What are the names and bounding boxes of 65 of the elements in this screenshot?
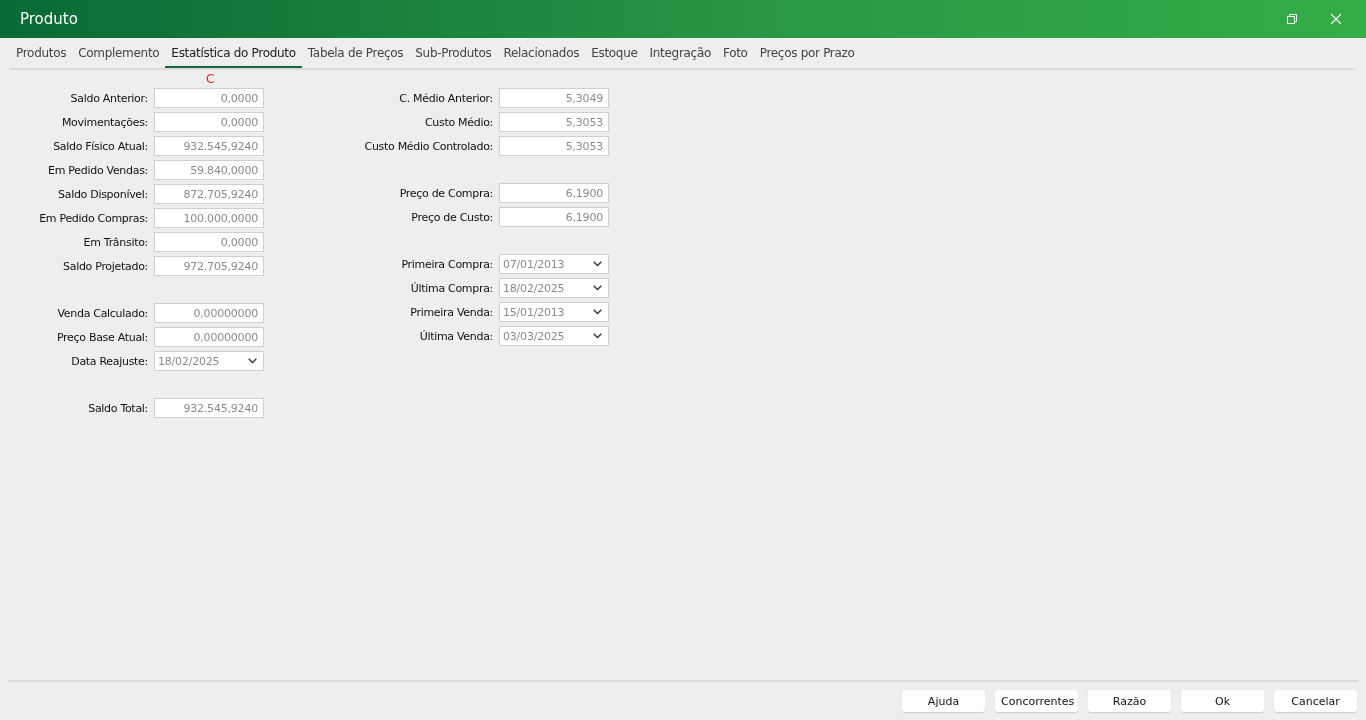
tab[interactable]: Estoque (585, 43, 644, 68)
dialog-button[interactable]: Concorrentes (995, 690, 1078, 712)
chevron-down-icon (593, 285, 602, 291)
tab[interactable]: Integração (643, 43, 717, 68)
chevron-down-icon (593, 333, 602, 339)
field-label: Saldo Disponível: (58, 187, 148, 201)
number-field[interactable]: 872.705,9240 (154, 184, 264, 204)
field-label: Data Reajuste: (71, 354, 148, 368)
date-field[interactable]: 18/02/2025 (499, 278, 609, 298)
date-field[interactable]: 15/01/2013 (499, 302, 609, 322)
restore-icon[interactable] (1286, 13, 1298, 25)
number-field[interactable]: 0,0000 (154, 112, 264, 132)
date-field[interactable]: 18/02/2025 (154, 351, 264, 371)
date-field[interactable]: 07/01/2013 (499, 254, 609, 274)
chevron-down-icon (593, 261, 602, 267)
date-field[interactable]: 03/03/2025 (499, 326, 609, 346)
field-label: Primeira Compra: (401, 257, 493, 271)
number-field[interactable]: 972.705,9240 (154, 256, 264, 276)
field-label: Em Trânsito: (83, 235, 148, 249)
dialog-button[interactable]: Razão (1088, 690, 1171, 712)
field-label: Preço de Compra: (399, 186, 493, 200)
tab[interactable]: Preços por Prazo (753, 43, 861, 68)
field-label: Saldo Anterior: (70, 91, 148, 105)
dialog-button[interactable]: Ajuda (902, 690, 985, 712)
number-field[interactable]: 5,3053 (499, 112, 609, 132)
field-label: Última Compra: (410, 281, 493, 295)
tab[interactable]: Produtos (10, 43, 73, 68)
chevron-down-icon (593, 309, 602, 315)
field-label: C. Médio Anterior: (399, 91, 493, 105)
number-field[interactable]: 0,00000000 (154, 327, 264, 347)
field-label: Última Venda: (419, 329, 493, 343)
chevron-down-icon (248, 358, 257, 364)
dialog-button[interactable]: Ok (1181, 690, 1264, 712)
number-field[interactable]: 932.545,9240 (154, 398, 264, 418)
number-field[interactable]: 0,0000 (154, 88, 264, 108)
tab[interactable]: Foto (717, 43, 754, 68)
field-label: Custo Médio Controlado: (364, 139, 493, 153)
number-field[interactable]: 0,00000000 (154, 303, 264, 323)
field-label: Preço de Custo: (411, 210, 493, 224)
number-field[interactable]: 0,0000 (154, 232, 264, 252)
number-field[interactable]: 6,1900 (499, 183, 609, 203)
number-field[interactable]: 5,3053 (499, 136, 609, 156)
field-label: Em Pedido Vendas: (48, 163, 148, 177)
tab[interactable]: Complemento (72, 43, 166, 68)
number-field[interactable]: 6,1900 (499, 207, 609, 227)
number-field[interactable]: 100.000,0000 (154, 208, 264, 228)
field-label: Em Pedido Compras: (39, 211, 148, 225)
marker-letter: C (206, 71, 215, 87)
field-label: Venda Calculado: (57, 306, 148, 320)
tab[interactable]: Relacionados (497, 43, 586, 68)
field-label: Primeira Venda: (410, 305, 493, 319)
dialog-button[interactable]: Cancelar (1274, 690, 1357, 712)
number-field[interactable]: 59.840,0000 (154, 160, 264, 180)
field-label: Saldo Físico Atual: (53, 139, 148, 153)
close-icon[interactable] (1330, 13, 1342, 25)
field-label: Movimentações: (61, 115, 148, 129)
tab[interactable]: Sub-Produtos (409, 43, 498, 68)
field-label: Saldo Total: (88, 401, 148, 415)
number-field[interactable]: 932.545,9240 (154, 136, 264, 156)
field-label: Custo Médio: (424, 115, 493, 129)
tab[interactable]: Tabela de Preços (301, 43, 410, 68)
window-title: Produto (20, 10, 78, 28)
field-label: Saldo Projetado: (63, 259, 148, 273)
number-field[interactable]: 5,3049 (499, 88, 609, 108)
field-label: Preço Base Atual: (56, 330, 148, 344)
